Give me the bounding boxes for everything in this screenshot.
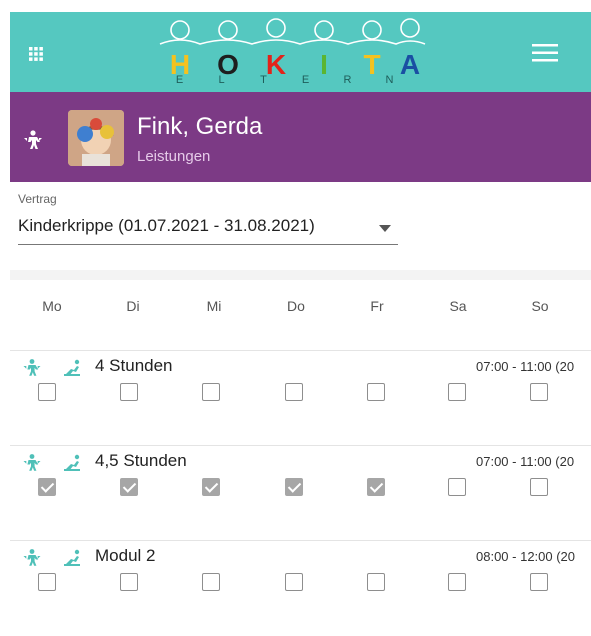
service-time: 07:00 - 11:00 (20: [476, 359, 575, 374]
child-care-icon: [23, 549, 41, 566]
day-checkbox-di[interactable]: [120, 383, 138, 401]
contract-value[interactable]: Kinderkrippe (01.07.2021 - 31.08.2021): [18, 216, 315, 236]
app-header: H O K I T A E L T E R N: [10, 12, 591, 92]
logo-letter: A: [400, 49, 420, 80]
day-checkbox-sa[interactable]: [448, 383, 466, 401]
day-checkbox-mo[interactable]: [38, 573, 56, 591]
day-checkbox-sa[interactable]: [448, 573, 466, 591]
day-checkbox-di[interactable]: [120, 478, 138, 496]
day-checkbox-mo[interactable]: [38, 383, 56, 401]
weekday-label: Di: [126, 298, 140, 314]
day-checkbox-fr[interactable]: [367, 478, 385, 496]
logo-sub-letter: L: [218, 74, 226, 86]
contract-select[interactable]: Vertrag Kinderkrippe (01.07.2021 - 31.08…: [10, 182, 591, 270]
contract-label: Vertrag: [18, 192, 57, 206]
day-checkbox-mi[interactable]: [202, 478, 220, 496]
weekday-label: Mi: [206, 298, 222, 314]
day-checkbox-mi[interactable]: [202, 573, 220, 591]
weekday-header: Mo Di Mi Do Fr Sa So: [0, 298, 591, 322]
service-label: 4 Stunden: [95, 356, 173, 375]
weekday-label: Do: [287, 298, 305, 314]
day-checkbox-mo[interactable]: [38, 478, 56, 496]
day-checkbox-sa[interactable]: [448, 478, 466, 496]
service-time: 08:00 - 12:00 (20: [476, 549, 576, 564]
day-checkbox-so[interactable]: [530, 573, 548, 591]
day-checkbox-so[interactable]: [530, 383, 548, 401]
day-checkbox-do[interactable]: [285, 383, 303, 401]
day-checkbox-do[interactable]: [285, 478, 303, 496]
section-divider: [10, 270, 591, 280]
hamburger-menu-icon[interactable]: [532, 44, 558, 62]
day-checkbox-do[interactable]: [285, 573, 303, 591]
select-underline: [18, 244, 398, 245]
service-row: 4 Stunden 07:00 - 11:00 (20: [10, 350, 591, 446]
service-label: Modul 2: [95, 546, 156, 565]
service-row: Modul 2 08:00 - 12:00 (20: [10, 540, 591, 636]
apps-grid-icon[interactable]: [28, 46, 44, 62]
logo-sub-letter: E: [175, 74, 185, 86]
weekday-label: So: [531, 298, 549, 314]
weekday-label: Fr: [370, 298, 384, 314]
service-row: 4,5 Stunden 07:00 - 11:00 (20: [10, 445, 591, 541]
logo-sub-letter: T: [260, 74, 268, 86]
child-care-icon: [23, 454, 41, 471]
day-checkbox-fr[interactable]: [367, 383, 385, 401]
day-checkbox-di[interactable]: [120, 573, 138, 591]
running-child-icon: [64, 454, 80, 471]
service-label: 4,5 Stunden: [95, 451, 187, 470]
logo-sub-letter: R: [343, 74, 353, 86]
avatar: [68, 110, 124, 166]
running-child-icon: [64, 359, 80, 376]
page-subtitle: Leistungen: [137, 148, 211, 165]
day-checkbox-fr[interactable]: [367, 573, 385, 591]
running-child-icon: [64, 549, 80, 566]
user-name: Fink, Gerda: [137, 113, 263, 140]
weekday-label: Sa: [449, 298, 467, 314]
service-time: 07:00 - 11:00 (20: [476, 454, 575, 469]
weekday-label: Mo: [42, 298, 62, 314]
logo-sub-letter: E: [301, 74, 311, 86]
logo-sub-letter: N: [385, 74, 395, 86]
day-checkbox-mi[interactable]: [202, 383, 220, 401]
dropdown-arrow-icon[interactable]: [379, 225, 391, 232]
day-checkbox-so[interactable]: [530, 478, 548, 496]
user-header: Fink, Gerda Leistungen: [10, 92, 591, 182]
child-care-icon: [23, 359, 41, 376]
logo-subtitle: E L T E R N: [170, 74, 400, 86]
child-care-icon: [24, 130, 42, 149]
